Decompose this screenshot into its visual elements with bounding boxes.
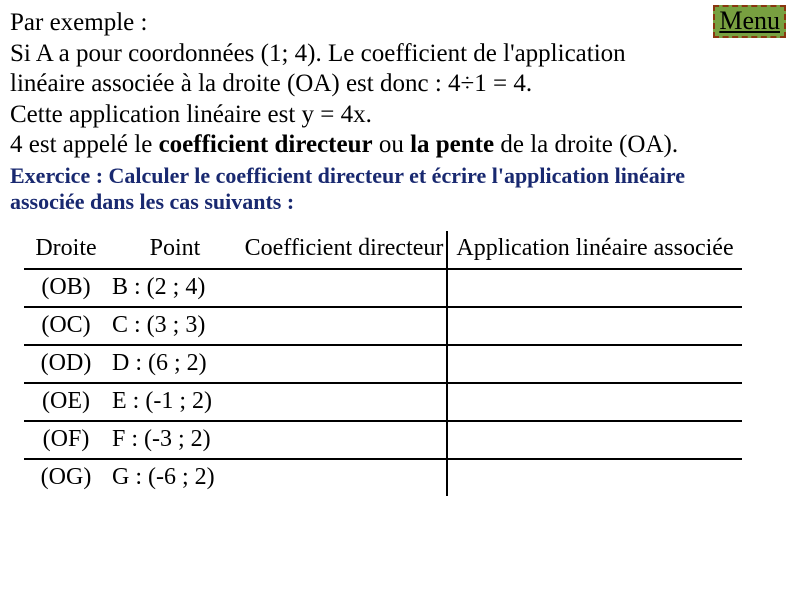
th-droite: Droite xyxy=(24,231,108,269)
cell-app xyxy=(447,421,742,459)
table-row: (OB) B : (2 ; 4) xyxy=(24,269,742,307)
text-line1: Par exemple : xyxy=(10,9,147,36)
table-row: (OE) E : (-1 ; 2) xyxy=(24,383,742,421)
cell-droite: (OC) xyxy=(24,307,108,345)
text-line3: linéaire associée à la droite (OA) est d… xyxy=(10,70,532,97)
cell-droite: (OF) xyxy=(24,421,108,459)
th-point: Point xyxy=(108,231,242,269)
cell-droite: (OB) xyxy=(24,269,108,307)
table-row: (OG) G : (-6 ; 2) xyxy=(24,459,742,496)
cell-point: E : (-1 ; 2) xyxy=(108,383,242,421)
cell-coef xyxy=(242,307,447,345)
text-line5e: de la droite (OA). xyxy=(494,131,678,158)
cell-point: B : (2 ; 4) xyxy=(108,269,242,307)
text-la-pente: la pente xyxy=(410,131,494,158)
cell-app xyxy=(447,345,742,383)
cell-point: C : (3 ; 3) xyxy=(108,307,242,345)
cell-app xyxy=(447,383,742,421)
table-row: (OD) D : (6 ; 2) xyxy=(24,345,742,383)
text-line4: Cette application linéaire est y = 4x. xyxy=(10,101,372,128)
cell-coef xyxy=(242,345,447,383)
exercise-line1: Exercice : Calculer le coefficient direc… xyxy=(10,163,685,188)
text-line2: Si A a pour coordonnées (1; 4). Le coeff… xyxy=(10,40,626,67)
cell-app xyxy=(447,269,742,307)
cell-coef xyxy=(242,421,447,459)
cell-point: D : (6 ; 2) xyxy=(108,345,242,383)
exercise-table: Droite Point Coefficient directeur Appli… xyxy=(24,231,742,496)
th-coef: Coefficient directeur xyxy=(242,231,447,269)
cell-droite: (OE) xyxy=(24,383,108,421)
cell-droite: (OG) xyxy=(24,459,108,496)
menu-button[interactable]: Menu xyxy=(713,5,786,38)
text-line5c: ou xyxy=(373,131,411,158)
cell-coef xyxy=(242,269,447,307)
cell-coef xyxy=(242,459,447,496)
exercise-line2: associée dans les cas suivants : xyxy=(10,189,294,214)
table-row: (OC) C : (3 ; 3) xyxy=(24,307,742,345)
cell-droite: (OD) xyxy=(24,345,108,383)
example-paragraph: Par exemple : Si A a pour coordonnées (1… xyxy=(0,0,794,161)
cell-coef xyxy=(242,383,447,421)
text-line5a: 4 est appelé le xyxy=(10,131,159,158)
cell-app xyxy=(447,459,742,496)
th-app: Application linéaire associée xyxy=(447,231,742,269)
cell-point: F : (-3 ; 2) xyxy=(108,421,242,459)
cell-point: G : (-6 ; 2) xyxy=(108,459,242,496)
text-coefficient-directeur: coefficient directeur xyxy=(159,131,373,158)
cell-app xyxy=(447,307,742,345)
exercise-prompt: Exercice : Calculer le coefficient direc… xyxy=(0,161,794,216)
table-row: (OF) F : (-3 ; 2) xyxy=(24,421,742,459)
exercise-table-container: Droite Point Coefficient directeur Appli… xyxy=(24,231,742,496)
